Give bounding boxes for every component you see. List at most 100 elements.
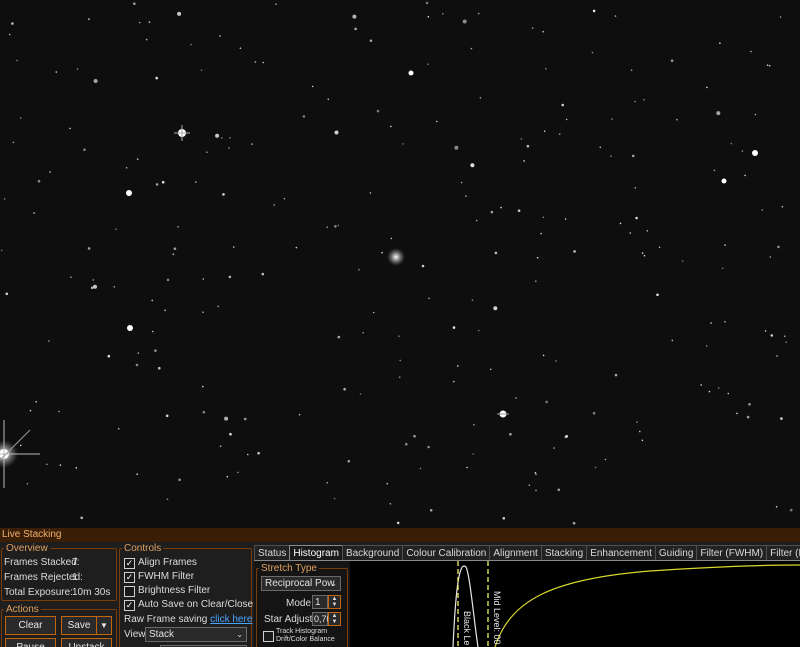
star bbox=[333, 497, 336, 500]
tab-enhancement[interactable]: Enhancement bbox=[586, 545, 656, 561]
star bbox=[494, 251, 498, 255]
star bbox=[254, 61, 257, 63]
star bbox=[436, 120, 438, 123]
star bbox=[453, 380, 455, 383]
checkbox-brightness-filter[interactable] bbox=[124, 586, 135, 597]
tab-status[interactable]: Status bbox=[254, 545, 291, 561]
star bbox=[113, 286, 116, 288]
star bbox=[641, 439, 644, 442]
star bbox=[429, 509, 433, 512]
overview-legend: Overview bbox=[6, 543, 48, 554]
checkbox-fwhm-filter[interactable]: ✓ bbox=[124, 572, 135, 583]
star bbox=[177, 226, 179, 228]
star bbox=[542, 30, 544, 33]
track-histogram-label: Track Histogram Drift/Color Balance bbox=[276, 628, 335, 644]
star bbox=[11, 22, 14, 25]
star bbox=[215, 133, 220, 138]
star bbox=[536, 256, 539, 259]
checkbox-auto-save-on-clear-close[interactable]: ✓ bbox=[124, 600, 135, 611]
tab-filter-brightness[interactable]: Filter (Brightness) bbox=[766, 545, 800, 561]
star bbox=[785, 341, 787, 344]
view-select[interactable]: Stack ⌄ bbox=[145, 627, 247, 642]
star bbox=[611, 118, 613, 120]
star bbox=[535, 473, 537, 476]
star bbox=[405, 442, 408, 446]
star bbox=[46, 463, 48, 466]
star bbox=[148, 21, 151, 23]
star bbox=[614, 15, 617, 17]
star bbox=[138, 21, 141, 24]
mode-input[interactable]: 1 bbox=[312, 595, 328, 609]
star bbox=[658, 246, 661, 249]
star bbox=[425, 1, 429, 5]
star-adjust-input[interactable]: 0,70 bbox=[312, 612, 332, 626]
star bbox=[19, 444, 22, 447]
star bbox=[237, 471, 239, 474]
star bbox=[604, 458, 607, 461]
star bbox=[93, 79, 98, 83]
star bbox=[421, 264, 425, 268]
pause-button[interactable]: Pause bbox=[5, 638, 56, 647]
controls-legend: Controls bbox=[124, 543, 162, 554]
star bbox=[746, 415, 750, 419]
star bbox=[509, 433, 512, 436]
star bbox=[173, 247, 177, 250]
tab-histogram[interactable]: Histogram bbox=[289, 545, 343, 561]
raw-frame-saving-link[interactable]: click here bbox=[210, 614, 252, 625]
star-field-image bbox=[0, 0, 800, 528]
star bbox=[200, 69, 203, 71]
save-dropdown-button[interactable]: ▼ bbox=[96, 616, 112, 635]
star bbox=[478, 329, 480, 332]
star bbox=[475, 219, 478, 222]
star bbox=[70, 276, 72, 279]
star bbox=[399, 359, 402, 362]
stretch-type-value: Reciprocal Pow bbox=[265, 578, 335, 589]
star bbox=[93, 284, 97, 289]
track-histogram-checkbox[interactable] bbox=[263, 631, 274, 642]
clear-button[interactable]: Clear bbox=[5, 616, 56, 635]
star bbox=[29, 409, 32, 412]
star bbox=[202, 410, 206, 414]
star bbox=[724, 321, 726, 323]
mode-spinner[interactable]: ▲ ▼ bbox=[328, 595, 341, 609]
tab-guiding[interactable]: Guiding bbox=[654, 545, 698, 561]
star bbox=[716, 111, 721, 116]
tab-stacking[interactable]: Stacking bbox=[540, 545, 588, 561]
star bbox=[528, 484, 531, 487]
star bbox=[154, 349, 157, 352]
star-adjust-spinner[interactable]: ▲ ▼ bbox=[328, 612, 341, 626]
star bbox=[0, 249, 3, 252]
star bbox=[769, 256, 772, 258]
star bbox=[190, 43, 192, 46]
star bbox=[166, 278, 170, 282]
unstack-button[interactable]: Unstack bbox=[61, 638, 112, 647]
star bbox=[419, 467, 422, 470]
star bbox=[202, 278, 205, 280]
star bbox=[69, 127, 71, 130]
star bbox=[442, 13, 444, 15]
star bbox=[629, 232, 632, 234]
star bbox=[599, 146, 602, 149]
tab-background[interactable]: Background bbox=[341, 545, 404, 561]
star bbox=[19, 117, 22, 119]
tab-colour-calibration[interactable]: Colour Calibration bbox=[402, 545, 491, 561]
star bbox=[275, 3, 277, 5]
star bbox=[614, 373, 618, 377]
star bbox=[58, 410, 60, 413]
tab-filter-fwhm[interactable]: Filter (FWHM) bbox=[696, 545, 768, 561]
histogram-plot[interactable]: Black Le Mid Level: 00 bbox=[350, 561, 800, 647]
star bbox=[311, 85, 314, 88]
star bbox=[257, 451, 260, 455]
star bbox=[219, 35, 221, 37]
star bbox=[87, 247, 91, 250]
star bbox=[592, 9, 596, 13]
save-button[interactable]: Save bbox=[61, 616, 97, 635]
star bbox=[136, 158, 139, 160]
stretch-type-select[interactable]: Reciprocal Pow ⌄ bbox=[261, 576, 341, 591]
star bbox=[228, 275, 232, 279]
star bbox=[337, 335, 341, 339]
star bbox=[273, 204, 276, 206]
tab-alignment[interactable]: Alignment bbox=[489, 545, 542, 561]
star bbox=[217, 305, 219, 308]
checkbox-align-frames[interactable]: ✓ bbox=[124, 558, 135, 569]
